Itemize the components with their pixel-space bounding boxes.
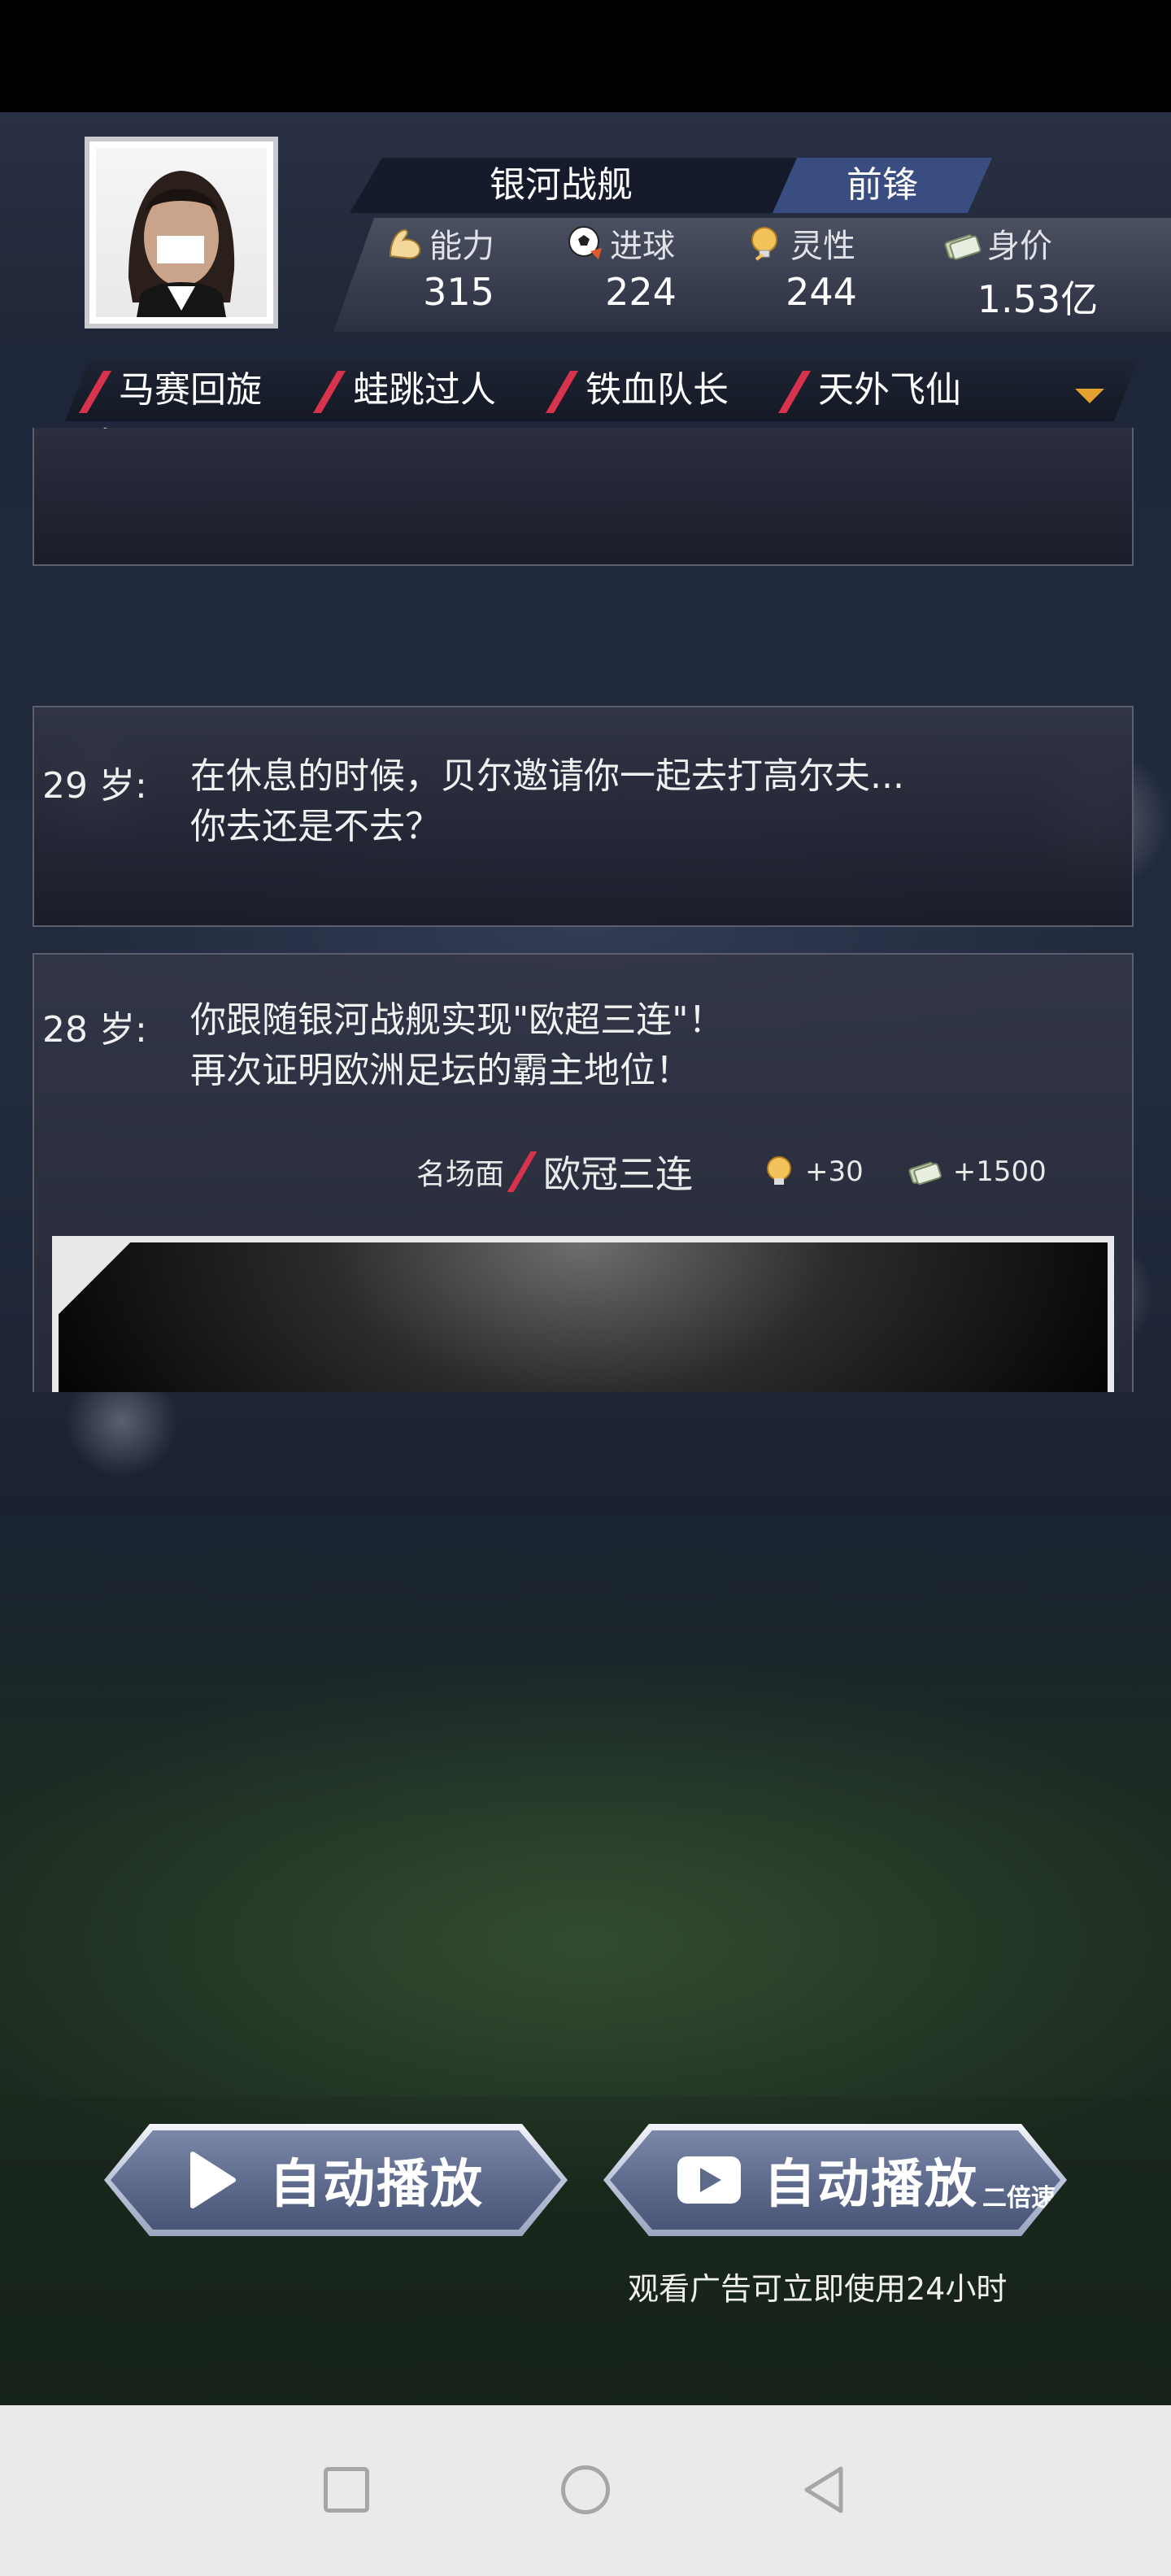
stat-value-money: 身价 1.53亿 bbox=[943, 220, 1138, 324]
event-age: 29 岁: bbox=[42, 765, 147, 807]
event-card-highlight: 28 岁: 你跟随银河战舰实现"欧超三连"！ 再次证明欧洲足坛的霸主地位！ 名场… bbox=[33, 953, 1134, 1392]
reward-value: +30 bbox=[805, 1155, 864, 1188]
stat-label: 身价 bbox=[987, 228, 1052, 265]
money-stack-icon bbox=[944, 234, 982, 260]
skill-label: 马赛回旋 bbox=[119, 369, 262, 411]
reward-value: +1500 bbox=[952, 1155, 1047, 1188]
event-line: 在休息的时候，贝尔邀请你一起去打高尔夫... bbox=[190, 755, 904, 797]
player-name: 银河战舰 bbox=[490, 164, 633, 206]
reward-money: +1500 bbox=[908, 1155, 1047, 1188]
slash-divider bbox=[507, 1151, 538, 1192]
back-icon[interactable] bbox=[799, 2464, 851, 2516]
stat-value: 1.53亿 bbox=[977, 277, 1099, 321]
stat-label: 能力 bbox=[429, 228, 494, 265]
scene-info: 名场面 欧冠三连 +30 +1500 bbox=[416, 1143, 1090, 1200]
trophies-illustration bbox=[59, 1242, 1108, 1392]
event-list[interactable]: 27 岁: 云 29 岁: 在休息的时候，贝尔邀请你一起去打高尔夫... 你去还… bbox=[0, 428, 1171, 1392]
lightbulb-icon bbox=[767, 1156, 792, 1185]
event-line: 再次证明欧洲足坛的霸主地位！ bbox=[190, 1050, 691, 1091]
status-bar bbox=[0, 0, 1171, 112]
scene-illustration bbox=[52, 1236, 1114, 1392]
event-card: 27 岁: 云 bbox=[33, 428, 1134, 566]
scene-label: 名场面 bbox=[416, 1158, 505, 1191]
auto-play-button[interactable]: 自动播放 bbox=[104, 2124, 568, 2236]
event-age: 27 岁: bbox=[42, 428, 147, 436]
recent-apps-icon[interactable] bbox=[324, 2467, 369, 2513]
skill-tag[interactable]: 铁血队长 bbox=[545, 359, 729, 421]
video-ad-icon bbox=[676, 2153, 742, 2207]
expand-skills-arrow-icon[interactable] bbox=[1075, 389, 1104, 403]
auto-play-ad-button[interactable]: 自动播放 二倍速 bbox=[603, 2124, 1067, 2236]
skill-label: 铁血队长 bbox=[586, 369, 729, 411]
soccer-ball-icon bbox=[568, 226, 602, 259]
reward-spirit: +30 bbox=[763, 1154, 864, 1190]
money-stack-icon bbox=[908, 1161, 942, 1186]
stat-spirit: 灵性 244 bbox=[747, 220, 909, 314]
player-portrait-icon bbox=[128, 171, 235, 317]
ad-note: 观看广告可立即使用24小时 bbox=[628, 2271, 1008, 2307]
event-line: 你跟随银河战舰实现"欧超三连"！ bbox=[190, 999, 725, 1041]
event-text: 在休息的时候，贝尔邀请你一起去打高尔夫... 你去还是不去？ bbox=[190, 751, 904, 852]
event-text: 你跟随银河战舰实现"欧超三连"！ 再次证明欧洲足坛的霸主地位！ bbox=[190, 995, 724, 1096]
button-label: 自动播放 bbox=[764, 2155, 978, 2215]
stat-value: 224 bbox=[605, 270, 677, 314]
flexed-arm-icon bbox=[389, 228, 421, 259]
player-avatar[interactable] bbox=[85, 137, 278, 329]
scene-name: 欧冠三连 bbox=[543, 1152, 694, 1196]
stat-goals: 进球 224 bbox=[566, 220, 729, 314]
event-line: 你去还是不去？ bbox=[190, 806, 441, 847]
system-nav-bar bbox=[0, 2405, 1171, 2576]
lightbulb-icon bbox=[751, 227, 777, 261]
skill-tag[interactable]: 马赛回旋 bbox=[78, 359, 262, 421]
button-label: 自动播放 bbox=[269, 2155, 484, 2215]
event-card: 29 岁: 在休息的时候，贝尔邀请你一起去打高尔夫... 你去还是不去？ bbox=[33, 706, 1134, 927]
player-position: 前锋 bbox=[847, 164, 918, 206]
stat-value: 315 bbox=[423, 270, 494, 314]
event-age: 28 岁: bbox=[42, 1009, 147, 1051]
skill-tag[interactable]: 天外飞仙 bbox=[777, 359, 961, 421]
stat-value: 244 bbox=[786, 270, 857, 314]
stat-label: 灵性 bbox=[790, 228, 855, 265]
game-screen: 银河战舰 前锋 能力 315 进球 224 灵性 244 身价 1.53亿 马赛… bbox=[0, 112, 1171, 2405]
frame-corner bbox=[52, 1236, 137, 1321]
home-icon[interactable] bbox=[561, 2465, 610, 2514]
skill-label: 天外飞仙 bbox=[818, 369, 961, 411]
skill-label: 蛙跳过人 bbox=[353, 369, 496, 411]
stat-ability: 能力 315 bbox=[385, 220, 548, 314]
skill-tag[interactable]: 蛙跳过人 bbox=[312, 359, 496, 421]
play-icon bbox=[188, 2151, 237, 2209]
stat-label: 进球 bbox=[610, 228, 675, 265]
